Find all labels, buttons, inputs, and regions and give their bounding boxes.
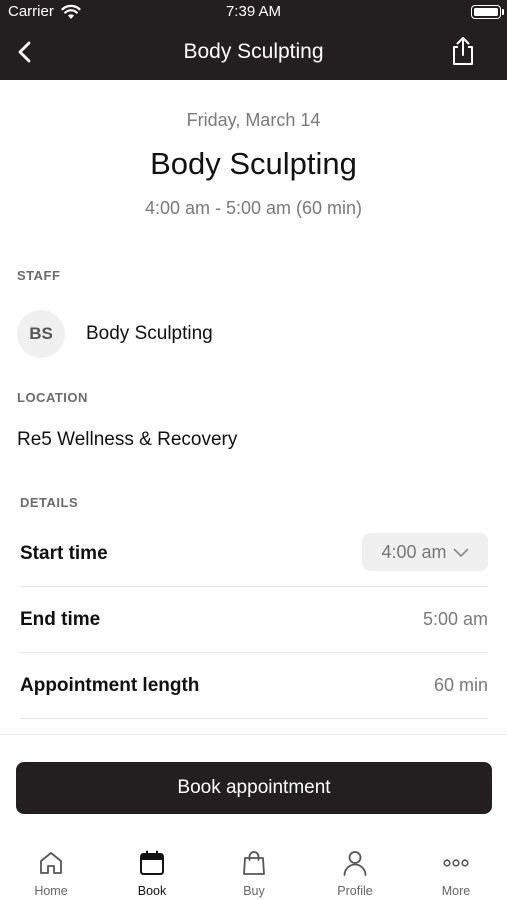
status-bar: Carrier 7:39 AM (0, 0, 507, 24)
shopping-bag-icon (240, 849, 268, 877)
nav-title: Body Sculpting (183, 40, 324, 63)
book-appointment-button[interactable]: Book appointment (16, 762, 492, 814)
chevron-down-icon (453, 542, 469, 563)
end-time-row: End time 5:00 am (20, 587, 488, 653)
end-time-value: 5:00 am (422, 609, 488, 629)
start-time-row: Start time 4:00 am (20, 521, 488, 587)
navigation-bar: Body Sculpting (0, 24, 507, 80)
staff-name: Body Sculpting (86, 323, 213, 344)
tab-profile-label: Profile (337, 884, 373, 898)
appointment-length-label: Appointment length (20, 675, 200, 696)
home-icon (37, 849, 65, 877)
person-icon (341, 849, 369, 877)
staff-section-label: STAFF (17, 268, 61, 283)
tab-home[interactable]: Home (6, 835, 96, 900)
tab-buy[interactable]: Buy (209, 835, 299, 900)
appointment-length-row: Appointment length 60 min (20, 653, 488, 719)
tab-more-label: More (441, 884, 471, 898)
divider (0, 734, 507, 735)
tab-buy-label: Buy (243, 884, 265, 898)
start-time-picker[interactable]: 4:00 am (362, 533, 488, 571)
share-icon[interactable] (449, 36, 477, 66)
details-section-label: DETAILS (20, 495, 79, 510)
tab-profile[interactable]: Profile (310, 835, 400, 900)
tab-home-label: Home (34, 884, 68, 898)
start-time-value: 4:00 am (381, 541, 447, 562)
tab-book-label: Book (137, 884, 167, 898)
end-time-label: End time (20, 609, 101, 630)
appointment-title: Body Sculpting (150, 146, 357, 181)
more-dots-icon (442, 849, 470, 877)
tab-bar: Home Book Buy Profile More (0, 835, 507, 900)
calendar-icon (138, 849, 166, 877)
staff-avatar: BS (17, 310, 65, 358)
tab-more[interactable]: More (411, 835, 501, 900)
battery-icon (471, 5, 504, 19)
status-time: 7:39 AM (225, 3, 282, 20)
location-name: Re5 Wellness & Recovery (17, 429, 238, 450)
location-section-label: LOCATION (17, 390, 88, 405)
tab-book[interactable]: Book (107, 835, 197, 900)
start-time-label: Start time (20, 543, 108, 564)
appointment-date: Friday, March 14 (186, 110, 321, 130)
appointment-time-range: 4:00 am - 5:00 am (60 min) (144, 198, 363, 218)
appointment-length-value: 60 min (433, 675, 488, 695)
